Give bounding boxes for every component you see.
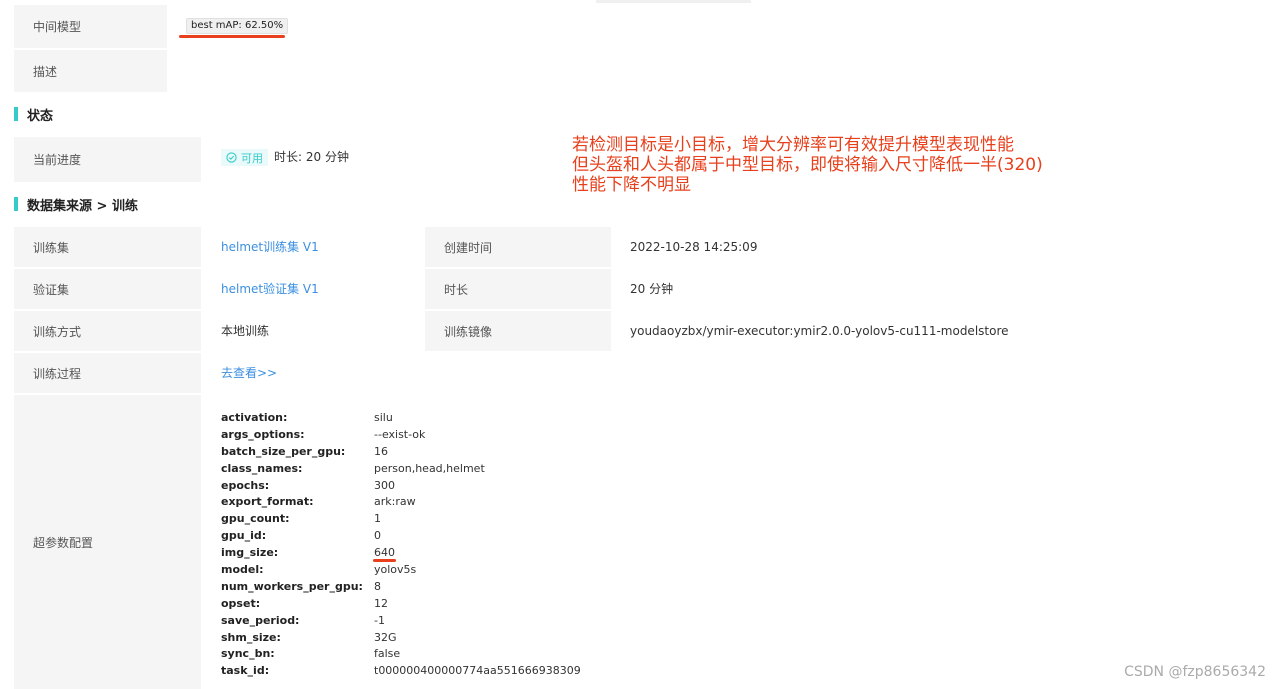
status-title-text: 状态 (27, 108, 54, 124)
annotation-text: 若检测目标是小目标，增大分辨率可有效提升模型表现性能 但头盔和人头都属于中型目标… (572, 135, 1043, 195)
annotation-line-3: 性能下降不明显 (572, 175, 691, 195)
param-value: ark:raw (374, 495, 416, 509)
param-value: 12 (374, 596, 388, 610)
param-row: opset: 12 (221, 595, 581, 612)
param-row: shm_size: 32G (221, 629, 581, 646)
param-value: 8 (374, 579, 381, 593)
section-accent-bar (14, 197, 18, 211)
param-key: export_format: (221, 495, 314, 509)
top-divider (596, 0, 751, 3)
status-tag-text: 可用 (241, 151, 263, 165)
status-section-title: 状态 (14, 107, 54, 124)
watermark: CSDN @fzp8656342 (1124, 664, 1266, 680)
param-value: silu (374, 410, 393, 424)
param-key: args_options: (221, 427, 305, 441)
duration-value: 20 分钟 (630, 282, 674, 296)
param-row: num_workers_per_gpu: 8 (221, 578, 581, 595)
check-circle-icon (226, 152, 237, 163)
param-value: --exist-ok (374, 427, 426, 441)
param-row: class_names: person,head,helmet (221, 460, 581, 477)
param-key: batch_size_per_gpu: (221, 444, 346, 458)
param-key: img_size: (221, 546, 279, 560)
param-key: save_period: (221, 613, 300, 627)
param-value: 32G (374, 630, 397, 644)
param-key: sync_bn: (221, 647, 275, 661)
train-process-label: 训练过程 (14, 353, 201, 393)
param-key: task_id: (221, 664, 270, 678)
param-row: args_options: --exist-ok (221, 426, 581, 443)
param-row: model: yolov5s (221, 561, 581, 578)
train-set-label: 训练集 (14, 227, 201, 267)
param-row: img_size: 640 (221, 544, 581, 561)
status-badge: 可用 (221, 149, 268, 166)
intermediate-model-label: 中间模型 (14, 5, 167, 48)
hyperparams-label: 超参数配置 (14, 395, 201, 689)
param-value: t000000400000774aa551666938309 (374, 664, 581, 678)
train-set-link[interactable]: helmet训练集 V1 (221, 239, 319, 255)
progress-label: 当前进度 (14, 137, 201, 182)
description-label: 描述 (14, 50, 167, 92)
param-row: export_format: ark:raw (221, 493, 581, 510)
train-method-label: 训练方式 (14, 311, 201, 351)
param-key: epochs: (221, 478, 270, 492)
param-key: shm_size: (221, 630, 281, 644)
annotation-line-2: 但头盔和人头都属于中型目标，即使将输入尺寸降低一半(320) (572, 155, 1043, 175)
status-duration: 时长: 20 分钟 (274, 150, 349, 164)
hyperparams-list: activation: silu args_options: --exist-ok … (221, 409, 581, 679)
param-value: yolov5s (374, 562, 417, 576)
param-key: class_names: (221, 461, 303, 475)
annotation-underline-img-size (373, 559, 396, 562)
param-row: epochs: 300 (221, 477, 581, 494)
duration-label: 时长 (425, 269, 611, 309)
param-value: 16 (374, 444, 388, 458)
val-set-label: 验证集 (14, 269, 201, 309)
annotation-line-1: 若检测目标是小目标，增大分辨率可有效提升模型表现性能 (572, 135, 1014, 155)
param-value: 0 (374, 529, 381, 543)
annotation-underline-map (179, 35, 285, 38)
param-row: activation: silu (221, 409, 581, 426)
param-value: 640 (374, 546, 395, 560)
param-row: batch_size_per_gpu: 16 (221, 443, 581, 460)
param-row: sync_bn: false (221, 645, 581, 662)
param-value: 300 (374, 478, 395, 492)
best-map-badge: best mAP: 62.50% (186, 18, 289, 34)
create-time-label: 创建时间 (425, 227, 611, 267)
section-accent-bar (14, 107, 18, 121)
param-value: 1 (374, 512, 381, 526)
param-value: person,head,helmet (374, 461, 485, 475)
val-set-link[interactable]: helmet验证集 V1 (221, 281, 319, 297)
param-key: activation: (221, 410, 288, 424)
param-key: opset: (221, 596, 261, 610)
param-row: task_id: t000000400000774aa551666938309 (221, 662, 581, 679)
param-row: gpu_id: 0 (221, 527, 581, 544)
param-row: save_period: -1 (221, 612, 581, 629)
create-time-value: 2022-10-28 14:25:09 (630, 240, 758, 254)
param-value: false (374, 647, 401, 661)
param-key: gpu_id: (221, 529, 267, 543)
train-method-value: 本地训练 (221, 324, 270, 338)
param-key: num_workers_per_gpu: (221, 579, 363, 593)
train-image-value: youdaoyzbx/ymir-executor:ymir2.0.0-yolov… (630, 324, 1009, 338)
train-image-label: 训练镜像 (425, 311, 611, 351)
param-key: gpu_count: (221, 512, 290, 526)
dataset-section-title: 数据集来源 > 训练 (14, 197, 138, 214)
view-process-link[interactable]: 去查看>> (221, 365, 277, 381)
param-key: model: (221, 562, 264, 576)
param-value: -1 (374, 613, 385, 627)
dataset-title-text: 数据集来源 > 训练 (27, 198, 138, 214)
param-row: gpu_count: 1 (221, 510, 581, 527)
